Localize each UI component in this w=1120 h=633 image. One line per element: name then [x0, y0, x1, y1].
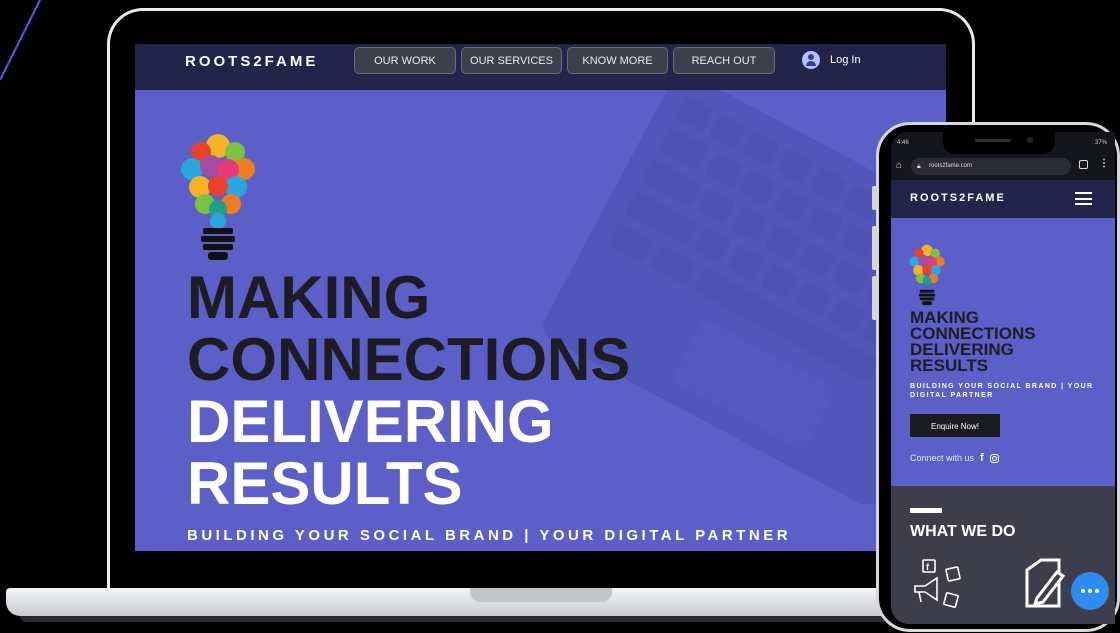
svg-text:f: f [926, 562, 930, 572]
desktop-navbar: ROOTS2FAME OUR WORK OUR SERVICES KNOW MO… [135, 44, 946, 90]
address-bar[interactable]: 🔒︎ roots2fame.com [911, 158, 1071, 175]
hero-heading-line4: RESULTS [187, 450, 463, 517]
hero-heading-line2: CONNECTIONS [187, 326, 631, 393]
mobile-hero-tagline: BUILDING YOUR SOCIAL BRAND | YOUR DIGITA… [910, 383, 1094, 399]
decorative-accent-line [0, 0, 41, 81]
status-bar: 4:46 37% [891, 132, 1115, 154]
connect-with-us: Connect with us f [910, 452, 999, 464]
section-accent-bar [910, 508, 942, 513]
url-text: roots2fame.com [929, 163, 973, 169]
nav-our-services-button[interactable]: OUR SERVICES [461, 47, 562, 74]
nav-reach-out-button[interactable]: REACH OUT [673, 47, 775, 74]
connect-label: Connect with us [910, 453, 975, 463]
home-icon[interactable]: ⌂ [896, 160, 902, 171]
user-icon [802, 51, 820, 69]
site-logo[interactable]: ROOTS2FAME [185, 53, 318, 70]
chat-more-icon[interactable] [1071, 572, 1109, 610]
phone-notch [943, 132, 1055, 154]
enquire-now-button[interactable]: Enquire Now! [910, 414, 1000, 437]
mobile-site-logo[interactable]: ROOTS2FAME [910, 192, 1006, 204]
desktop-website: ROOTS2FAME OUR WORK OUR SERVICES KNOW MO… [135, 44, 946, 551]
status-time: 4:46 [897, 140, 909, 146]
lightbulb-icon [181, 134, 255, 260]
lock-icon: 🔒︎ [917, 163, 921, 170]
login-link[interactable]: Log In [802, 51, 861, 69]
status-battery: 37% [1094, 140, 1107, 146]
edit-document-icon [1025, 558, 1066, 608]
hero-heading-line3: DELIVERING [187, 388, 554, 455]
hero-tagline: BUILDING YOUR SOCIAL BRAND | YOUR DIGITA… [187, 527, 792, 544]
browser-bar: ⌂ 🔒︎ roots2fame.com ⋮ [891, 154, 1115, 180]
nav-our-work-button[interactable]: OUR WORK [354, 47, 456, 74]
login-label: Log In [830, 54, 861, 66]
facebook-icon[interactable]: f [980, 452, 984, 464]
more-icon[interactable]: ⋮ [1099, 158, 1109, 169]
social-megaphone-icon: f [914, 559, 961, 608]
mobile-hero-line4: RESULTS [910, 356, 989, 375]
mobile-website: 4:46 37% ⌂ 🔒︎ roots2fame.com ⋮ ROOTS2FAM… [891, 132, 1115, 624]
instagram-icon[interactable] [989, 453, 999, 463]
hero-heading-line1: MAKING [187, 264, 431, 331]
what-we-do-title: WHAT WE DO [910, 523, 1016, 540]
hamburger-menu-icon[interactable] [1075, 192, 1092, 205]
mobile-lightbulb-icon [909, 244, 945, 306]
nav-know-more-button[interactable]: KNOW MORE [567, 47, 668, 74]
tabs-icon[interactable] [1079, 160, 1088, 169]
laptop-notch [470, 588, 612, 602]
mobile-navbar: ROOTS2FAME [891, 180, 1115, 218]
